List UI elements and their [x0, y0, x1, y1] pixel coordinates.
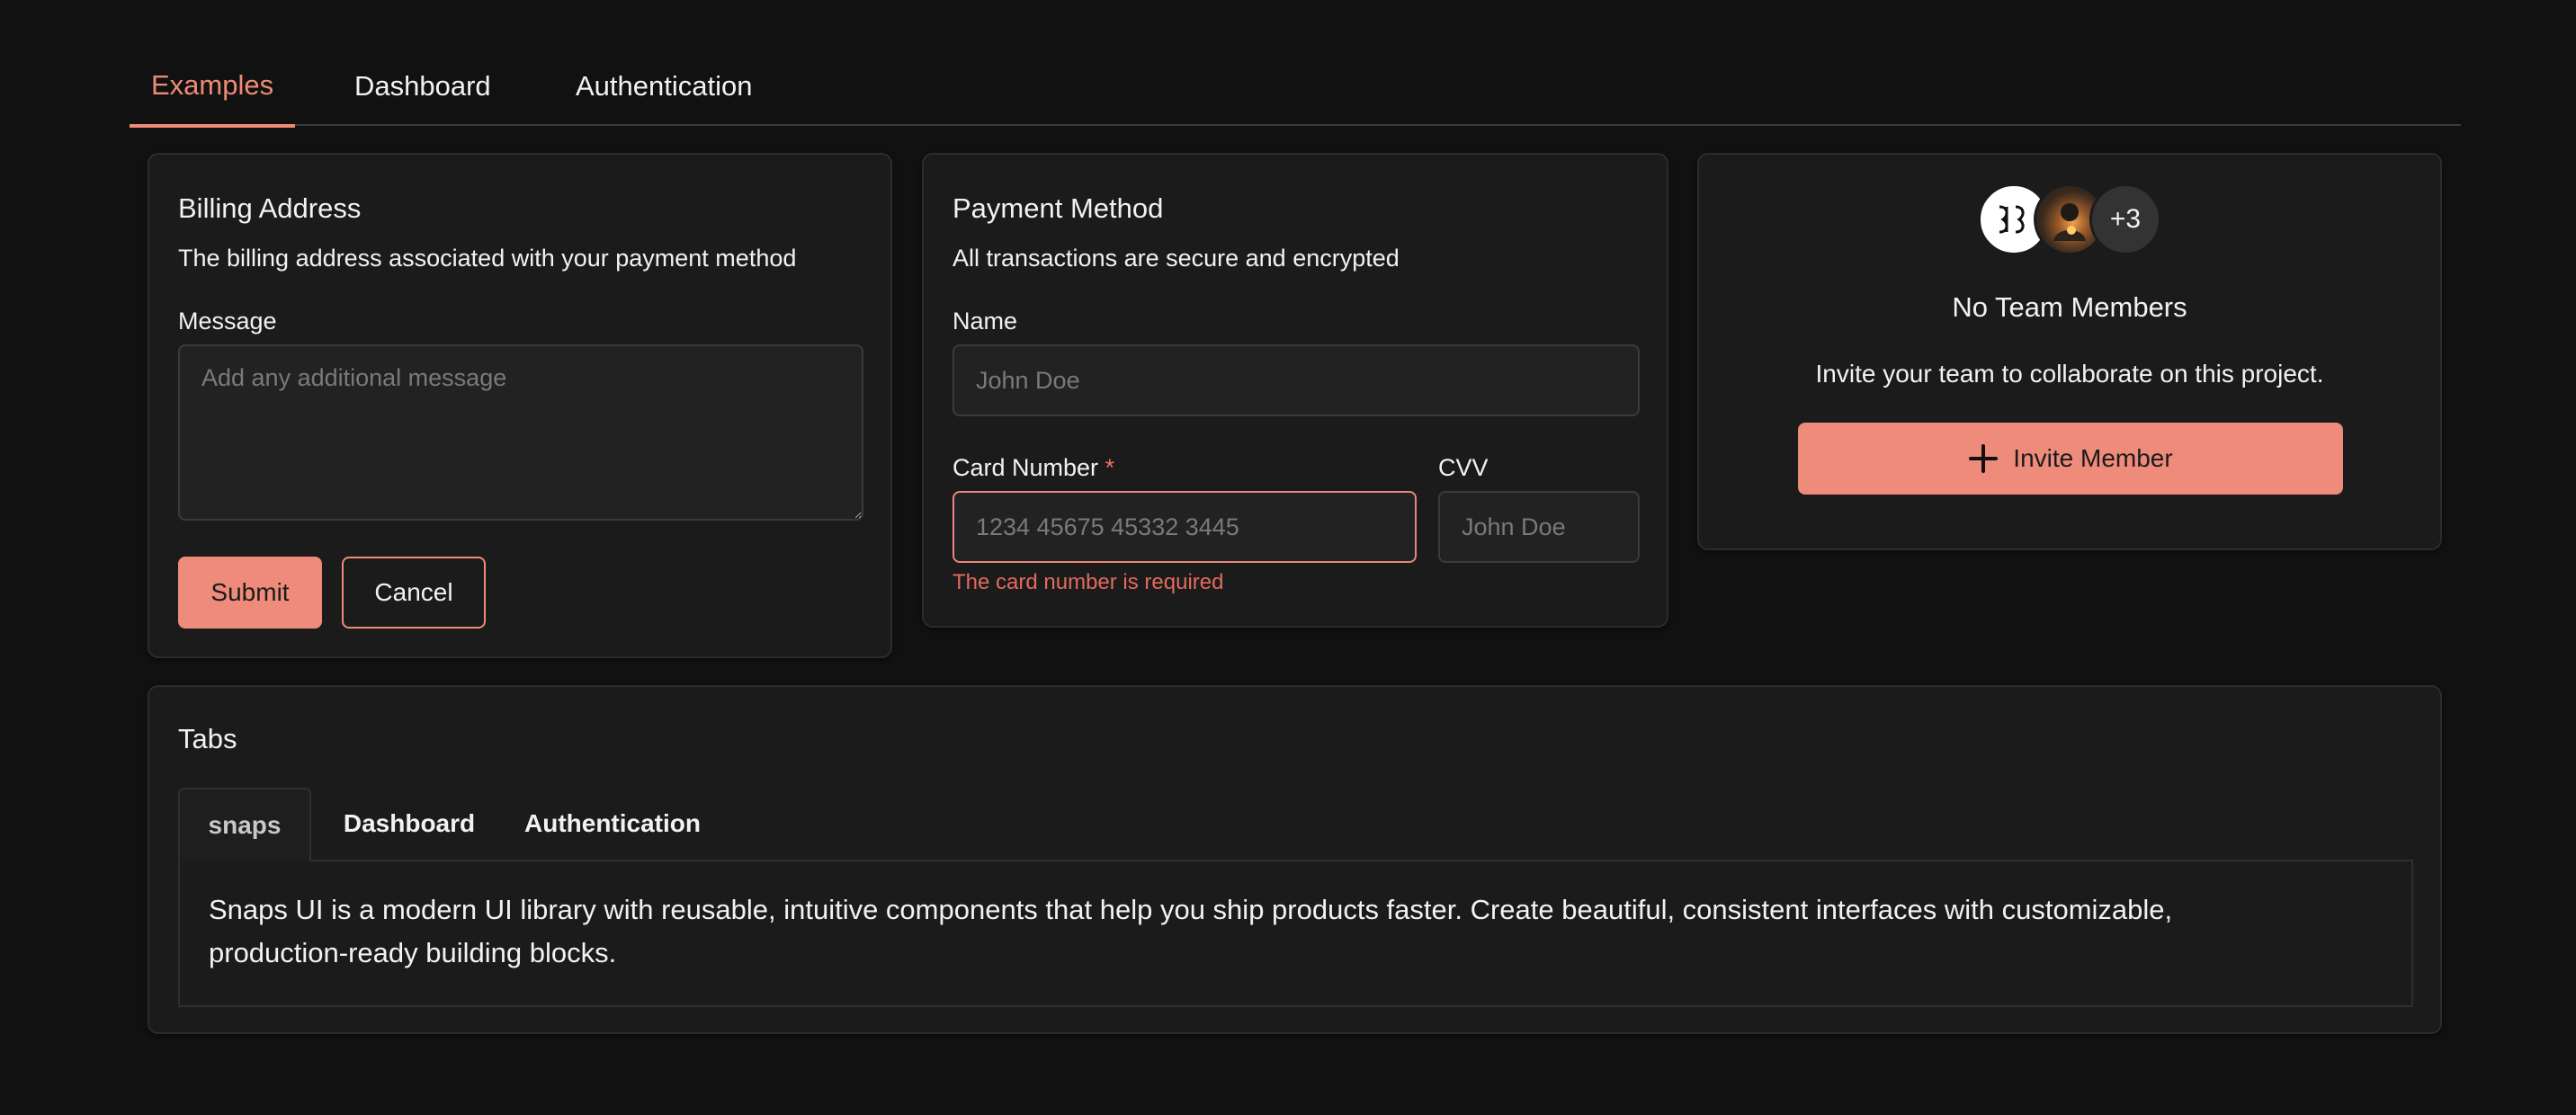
- invite-member-label: Invite Member: [2013, 444, 2173, 472]
- invite-member-button[interactable]: Invite Member: [1798, 423, 2343, 495]
- team-members-card: +3 No Team Members Invite your team to c…: [1697, 153, 2442, 550]
- payment-method-card: Payment Method All transactions are secu…: [922, 153, 1668, 628]
- tab-dashboard[interactable]: Dashboard: [354, 54, 491, 122]
- card-title: Payment Method: [953, 192, 1164, 224]
- card-title: Tabs: [178, 723, 237, 754]
- card-number-label: Card Number *: [953, 454, 1114, 482]
- panel-text-line-1: Snaps UI is a modern UI library with reu…: [209, 894, 2173, 925]
- person-icon: [2053, 203, 2086, 241]
- team-empty-description: Invite your team to collaborate on this …: [1815, 360, 2324, 388]
- billing-address-card: Billing Address The billing address asso…: [148, 153, 892, 658]
- cvv-label: CVV: [1438, 454, 1489, 481]
- name-label: Name: [953, 308, 1018, 334]
- avatar-more-count: +3: [2089, 183, 2161, 255]
- message-label: Message: [178, 308, 277, 334]
- panel-text-line-2: production-ready building blocks.: [209, 937, 617, 968]
- submit-button[interactable]: Submit: [178, 557, 322, 629]
- card-number-label-text: Card Number: [953, 454, 1099, 481]
- tab-examples[interactable]: Examples: [130, 52, 296, 128]
- snaps-logo-icon: [1999, 205, 2025, 234]
- tabs-card: Tabs snaps Dashboard Authentication Snap…: [148, 685, 2442, 1034]
- team-empty-title: No Team Members: [1952, 291, 2187, 323]
- plus-icon: [1969, 444, 1999, 473]
- inner-tab-authentication[interactable]: Authentication: [507, 788, 718, 860]
- top-nav-tabs: Examples Dashboard Authentication: [130, 52, 2461, 128]
- required-marker: *: [1105, 454, 1115, 481]
- card-description: The billing address associated with your…: [178, 245, 797, 272]
- inner-tab-snaps[interactable]: snaps: [178, 788, 311, 861]
- card-number-error: The card number is required: [953, 570, 1224, 594]
- tab-panel: Snaps UI is a modern UI library with reu…: [178, 860, 2413, 1007]
- tab-authentication[interactable]: Authentication: [576, 54, 752, 122]
- inner-tab-dashboard[interactable]: Dashboard: [326, 788, 493, 860]
- cancel-button[interactable]: Cancel: [342, 557, 486, 629]
- name-input[interactable]: [953, 344, 1640, 416]
- message-textarea[interactable]: [178, 344, 863, 521]
- card-title: Billing Address: [178, 192, 362, 224]
- card-number-input[interactable]: [953, 491, 1417, 563]
- cvv-input[interactable]: [1438, 491, 1640, 563]
- card-description: All transactions are secure and encrypte…: [953, 245, 1400, 272]
